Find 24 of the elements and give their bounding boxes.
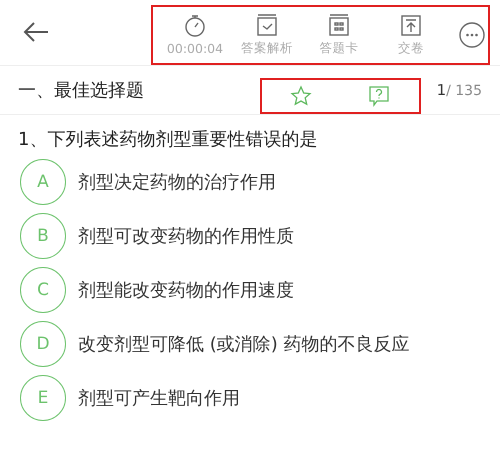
grid-icon xyxy=(328,13,350,37)
option-letter[interactable]: B xyxy=(20,213,66,259)
option-letter[interactable]: E xyxy=(20,375,66,421)
option-letter[interactable]: C xyxy=(20,267,66,313)
upload-icon xyxy=(400,13,422,37)
option-text: 剂型可改变药物的作用性质 xyxy=(78,225,294,248)
option-text: 改变剂型可降低 (或消除) 药物的不良反应 xyxy=(78,333,410,356)
section-title: 一、最佳选择题 xyxy=(18,79,144,102)
option-text: 剂型可产生靶向作用 xyxy=(78,387,240,410)
toolbar-button[interactable]: 答案解析 xyxy=(231,13,303,57)
back-button[interactable] xyxy=(22,20,50,44)
question-text: 1、下列表述药物剂型重要性错误的是 xyxy=(17,128,318,151)
question-counter: 1/ 135 xyxy=(436,81,482,99)
toolbar-button[interactable]: 答题卡 xyxy=(303,13,375,57)
toolbar-button[interactable]: 交卷 xyxy=(375,13,447,57)
checkbox-icon xyxy=(256,13,278,37)
stopwatch-icon xyxy=(184,14,206,38)
option-text: 剂型决定药物的治疗作用 xyxy=(78,171,276,194)
toolbar-button[interactable]: 00:00:04 xyxy=(159,14,231,56)
star-icon[interactable] xyxy=(290,85,312,107)
option-text: 剂型能改变药物的作用速度 xyxy=(78,279,294,302)
more-icon[interactable] xyxy=(459,22,485,48)
option-letter[interactable]: A xyxy=(20,159,66,205)
option-letter[interactable]: D xyxy=(20,321,66,367)
